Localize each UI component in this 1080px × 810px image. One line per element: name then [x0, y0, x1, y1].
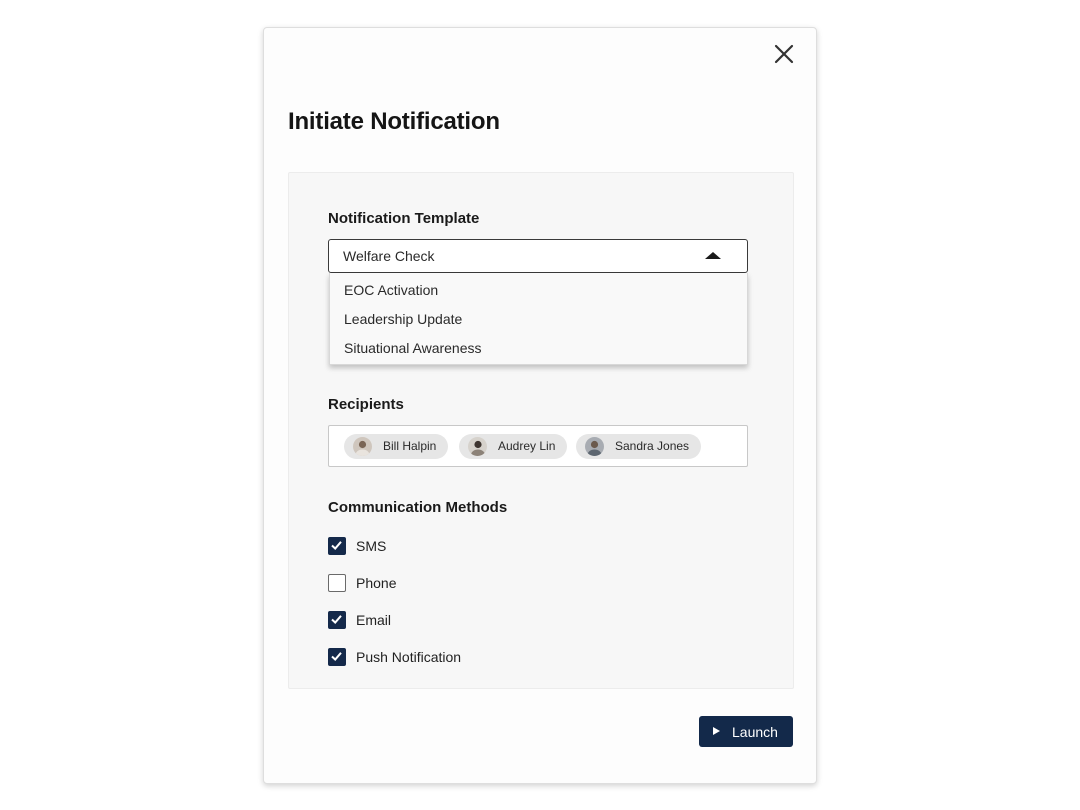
recipient-chip[interactable]: Audrey Lin [459, 434, 568, 459]
template-dropdown-menu: EOC Activation Leadership Update Situati… [329, 273, 748, 365]
checkbox-checked[interactable] [328, 648, 346, 666]
launch-button[interactable]: Launch [699, 716, 793, 747]
play-icon [713, 727, 720, 735]
checkbox-checked[interactable] [328, 611, 346, 629]
dropdown-option-leadership-update[interactable]: Leadership Update [344, 311, 462, 327]
dropdown-option-eoc-activation[interactable]: EOC Activation [344, 282, 438, 298]
checkbox-label: Push Notification [356, 649, 462, 665]
recipient-name: Bill Halpin [383, 439, 437, 453]
checkbox-unchecked[interactable] [328, 574, 346, 592]
checkbox-label: Email [356, 612, 392, 628]
dialog-title: Initiate Notification [288, 108, 500, 135]
recipients-field[interactable]: Bill Halpin Audrey Lin Sandra Jones [328, 425, 748, 467]
recipient-name: Audrey Lin [498, 439, 556, 453]
launch-label: Launch [732, 724, 778, 740]
form-panel: Notification Template Welfare Check EOC … [288, 172, 794, 689]
recipient-chip[interactable]: Bill Halpin [344, 434, 449, 459]
caret-up-icon [705, 252, 721, 259]
avatar [585, 437, 604, 456]
avatar [353, 437, 372, 456]
dropdown-option-situational-awareness[interactable]: Situational Awareness [344, 340, 482, 356]
checkbox-label: Phone [356, 575, 397, 591]
close-icon[interactable] [772, 42, 796, 66]
recipient-name: Sandra Jones [615, 439, 690, 453]
communication-methods-label: Communication Methods [328, 499, 508, 516]
avatar [468, 437, 487, 456]
notification-template-label: Notification Template [328, 210, 480, 227]
checkbox-checked[interactable] [328, 537, 346, 555]
select-value: Welfare Check [343, 248, 435, 264]
initiate-notification-dialog: Initiate Notification Notification Templ… [263, 27, 817, 784]
notification-template-select[interactable]: Welfare Check [328, 239, 748, 273]
recipient-chip[interactable]: Sandra Jones [576, 434, 702, 459]
checkbox-label: SMS [356, 538, 387, 554]
recipients-label: Recipients [328, 396, 404, 413]
